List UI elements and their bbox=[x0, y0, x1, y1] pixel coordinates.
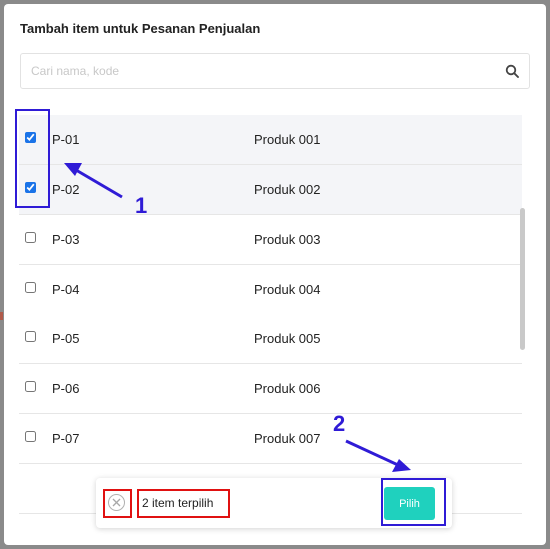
item-checkbox[interactable] bbox=[25, 381, 36, 392]
item-code: P-07 bbox=[52, 431, 80, 446]
item-name: Produk 006 bbox=[254, 381, 321, 396]
item-code: P-02 bbox=[52, 182, 80, 197]
modal-title: Tambah item untuk Pesanan Penjualan bbox=[20, 21, 261, 36]
search-box bbox=[20, 53, 530, 89]
annotation-box-select bbox=[381, 478, 446, 526]
item-name: Produk 002 bbox=[254, 182, 321, 197]
item-code: P-03 bbox=[52, 232, 80, 247]
item-code: P-01 bbox=[52, 132, 80, 147]
item-checkbox[interactable] bbox=[25, 232, 36, 243]
list-item[interactable]: P-04 Produk 004 bbox=[19, 265, 522, 315]
annotation-box-clear bbox=[103, 489, 132, 518]
item-code: P-05 bbox=[52, 331, 80, 346]
list-item[interactable]: P-06 Produk 006 bbox=[19, 364, 522, 414]
list-item[interactable]: P-02 Produk 002 bbox=[19, 165, 522, 215]
list-item[interactable]: P-03 Produk 003 bbox=[19, 215, 522, 265]
item-name: Produk 001 bbox=[254, 132, 321, 147]
search-input[interactable] bbox=[31, 54, 481, 88]
annotation-box-count bbox=[137, 489, 230, 518]
search-icon[interactable] bbox=[505, 64, 519, 78]
list-item[interactable]: P-05 Produk 005 bbox=[19, 314, 522, 364]
list-item[interactable]: P-07 Produk 007 bbox=[19, 414, 522, 464]
list-item[interactable]: P-01 Produk 001 bbox=[19, 115, 522, 165]
item-name: Produk 007 bbox=[254, 431, 321, 446]
item-name: Produk 005 bbox=[254, 331, 321, 346]
scrollbar-thumb[interactable] bbox=[520, 208, 525, 350]
background-marker bbox=[0, 312, 3, 320]
item-code: P-04 bbox=[52, 282, 80, 297]
item-checkbox[interactable] bbox=[25, 431, 36, 442]
item-code: P-06 bbox=[52, 381, 80, 396]
annotation-number-1: 1 bbox=[135, 193, 148, 218]
annotation-number-2: 2 bbox=[333, 411, 346, 436]
item-checkbox[interactable] bbox=[25, 282, 36, 293]
item-checkbox[interactable] bbox=[25, 331, 36, 342]
annotation-box-checkboxes bbox=[15, 109, 50, 208]
item-name: Produk 004 bbox=[254, 282, 321, 297]
add-item-modal: Tambah item untuk Pesanan Penjualan P-01… bbox=[4, 4, 546, 545]
item-name: Produk 003 bbox=[254, 232, 321, 247]
